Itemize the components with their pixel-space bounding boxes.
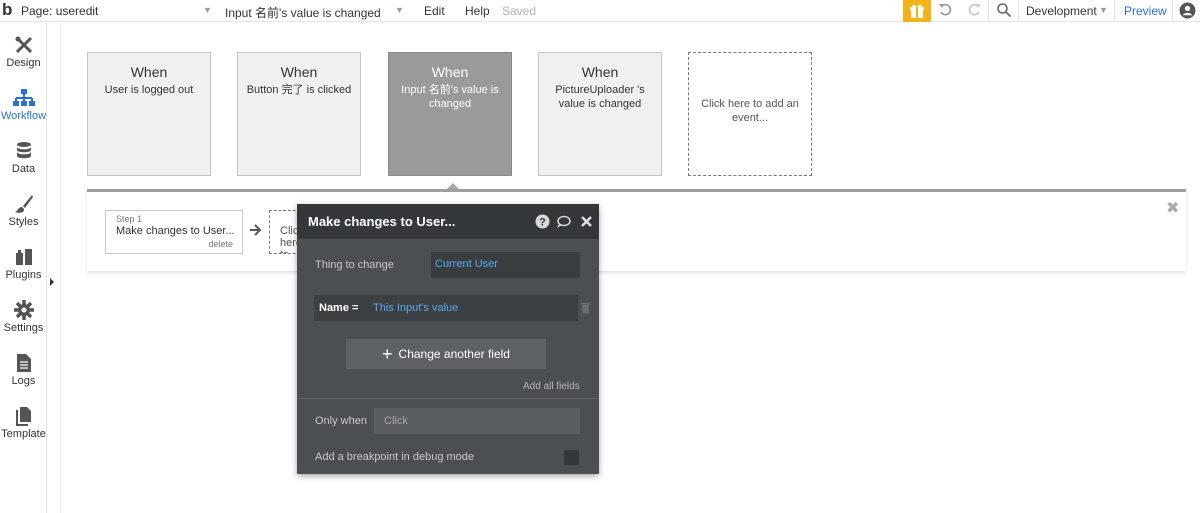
redo-icon[interactable] xyxy=(966,2,982,18)
gift-icon xyxy=(910,4,924,18)
gift-button[interactable] xyxy=(903,0,931,22)
breakpoint-label: Add a breakpoint in debug mode xyxy=(315,451,475,463)
edit-menu[interactable]: Edit xyxy=(424,4,445,18)
workflow-step[interactable]: Step 1 Make changes to User... delete xyxy=(105,210,243,254)
environment-selector[interactable]: Development xyxy=(1026,4,1097,18)
only-when-input[interactable]: Click xyxy=(374,408,580,434)
chevron-down-icon[interactable]: ▼ xyxy=(395,5,404,15)
step-label: Step 1 xyxy=(116,214,143,224)
change-another-field-button[interactable]: + Change another field xyxy=(346,339,546,369)
top-bar: b Page: useredit ▼ Input 名前's value is c… xyxy=(0,0,1200,22)
only-when-label: Only when xyxy=(315,415,367,427)
editor-header: Make changes to User... ? xyxy=(297,204,599,239)
field-value-expression[interactable]: This Input's value xyxy=(373,302,458,314)
account-icon[interactable] xyxy=(1179,2,1196,19)
help-menu[interactable]: Help xyxy=(465,4,490,18)
event-card-selected[interactable]: When Input 名前's value is changed xyxy=(388,52,512,176)
left-sidebar: Design Workflow Data Styles Plugins Sett… xyxy=(0,23,47,513)
sidebar-item-plugins[interactable]: Plugins xyxy=(0,235,47,288)
svg-text:?: ? xyxy=(539,217,546,229)
thing-to-change-label: Thing to change xyxy=(315,259,394,271)
undo-icon[interactable] xyxy=(938,2,954,18)
plus-icon: + xyxy=(382,344,393,364)
expand-arrow-icon[interactable] xyxy=(50,278,54,286)
close-icon[interactable] xyxy=(579,214,594,229)
plugin-icon xyxy=(15,249,32,265)
comment-icon[interactable] xyxy=(556,214,571,229)
page-selector[interactable]: Page: useredit xyxy=(21,4,98,18)
delete-step-link[interactable]: delete xyxy=(208,239,233,249)
database-icon xyxy=(16,142,31,159)
sidebar-item-design[interactable]: Design xyxy=(0,23,47,76)
field-assignment-row[interactable]: Name = This Input's value xyxy=(314,295,578,321)
add-all-fields-link[interactable]: Add all fields xyxy=(523,381,580,392)
sidebar-item-styles[interactable]: Styles xyxy=(0,182,47,235)
event-card[interactable]: When PictureUploader 's value is changed xyxy=(538,52,662,176)
chevron-down-icon[interactable]: ▼ xyxy=(203,5,212,15)
breakpoint-checkbox[interactable] xyxy=(564,450,579,465)
sidebar-item-data[interactable]: Data xyxy=(0,129,47,182)
event-card[interactable]: When Button 完了 is clicked xyxy=(237,52,361,176)
property-editor: Make changes to User... ? Thing to chang… xyxy=(297,204,599,474)
design-icon xyxy=(15,36,32,54)
sidebar-item-settings[interactable]: Settings xyxy=(0,288,47,341)
search-icon[interactable] xyxy=(996,2,1012,18)
saved-status: Saved xyxy=(502,4,537,18)
brush-icon xyxy=(14,195,33,213)
sidebar-item-template[interactable]: Template xyxy=(0,394,47,447)
element-selector[interactable]: Input 名前's value is changed xyxy=(225,4,381,21)
event-card[interactable]: When User is logged out xyxy=(87,52,211,176)
close-icon[interactable]: ✖ xyxy=(1166,198,1179,218)
document-icon xyxy=(16,354,31,372)
thing-to-change-field[interactable]: Current User xyxy=(431,252,580,278)
chevron-down-icon[interactable]: ▼ xyxy=(1099,5,1108,15)
sidebar-item-logs[interactable]: Logs xyxy=(0,341,47,394)
template-icon xyxy=(15,407,31,426)
help-icon[interactable]: ? xyxy=(535,214,550,229)
arrow-right-icon xyxy=(250,224,262,236)
sidebar-item-workflow[interactable]: Workflow xyxy=(0,76,47,129)
workflow-icon xyxy=(12,89,35,106)
field-name-label: Name = xyxy=(319,302,359,314)
bubble-logo[interactable]: b xyxy=(2,1,12,19)
gear-icon xyxy=(13,300,34,320)
editor-title: Make changes to User... xyxy=(308,214,456,229)
step-action: Make changes to User... xyxy=(116,225,235,237)
trash-icon[interactable] xyxy=(580,302,591,314)
preview-button[interactable]: Preview xyxy=(1124,4,1167,18)
add-event-button[interactable]: Click here to add an event... xyxy=(688,52,812,176)
